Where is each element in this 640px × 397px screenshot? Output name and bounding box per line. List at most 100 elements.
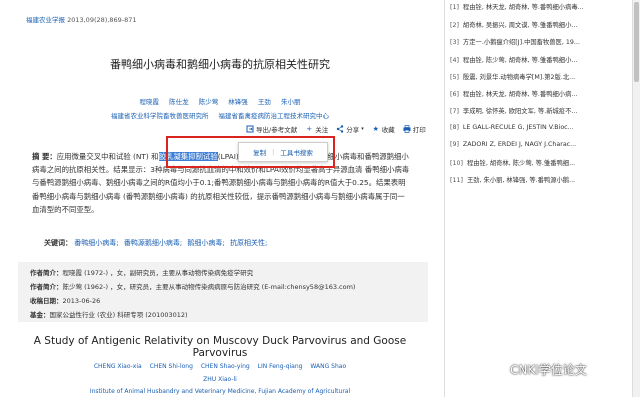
fund-value: 国家公益性行业 (农业) 科研专项 (201003012): [49, 311, 188, 319]
reference-text: LE GALL-RECULE G, JESTIN V.Bioc...: [462, 124, 574, 131]
author-bio-label: 作者简介：: [30, 269, 63, 277]
reference-number: [9]: [450, 141, 459, 148]
scrollbar[interactable]: [632, 0, 640, 397]
article-metadata: 作者简介：程晓霞 (1972-) ，女，副研究员，主要从事动物传染病免疫学研究 …: [18, 262, 428, 322]
page-title: 番鸭细小病毒和鹅细小病毒的抗原相关性研究: [110, 58, 330, 71]
reference-text: 程由铨, 胡奇林, 陈少莺, 等.雏番鸭细...: [466, 160, 576, 167]
english-author-link[interactable]: ZHU Xiao-li: [30, 376, 410, 383]
reference-item[interactable]: [9] ZADORI Z, ERDEI J, NAGY J.Charac...: [450, 141, 630, 148]
reference-item[interactable]: [11] 王劲, 朱小丽, 林锋强, 等.番鸭源小鹅...: [450, 175, 630, 184]
received-label: 收稿日期：: [30, 297, 63, 305]
affiliation-link[interactable]: 福建省农业科学院畜牧兽医研究所: [111, 112, 209, 120]
references-sidebar: [1] 程由铨, 林天龙, 胡奇林, 等.番鸭细小病毒... [2] 胡奇林, 吴振…: [446, 0, 632, 397]
english-author-link[interactable]: CHEN Shao-ying: [201, 363, 250, 370]
received-value: 2013-06-26: [62, 297, 101, 305]
journal-name-link[interactable]: 福建农业学报: [26, 16, 65, 24]
author-link[interactable]: 陈仕龙: [169, 98, 189, 106]
affiliation-list: 福建省农业科学院畜牧兽医研究所 福建省畜禽疫病防治工程技术研究中心: [60, 110, 380, 120]
reference-number: [2]: [450, 22, 459, 29]
reference-item[interactable]: [8] LE GALL-RECULE G, JESTIN V.Bioc...: [450, 124, 630, 131]
column-divider: [444, 0, 445, 397]
keywords: 关键词： 番鸭细小病毒; 番鸭源鹅细小病毒; 鹅细小病毒; 抗原相关性;: [44, 238, 270, 248]
affiliation-link[interactable]: 福建省畜禽疫病防治工程技术研究中心: [219, 112, 330, 120]
printer-icon: [403, 125, 411, 133]
abstract-label: 摘 要：: [32, 152, 57, 161]
received-date: 收稿日期：2013-06-26: [30, 295, 100, 305]
reference-text: 程由铨, 陈少莺, 胡奇林, 等.雏番鸭细小...: [462, 57, 578, 64]
favorite-label: 收藏: [381, 126, 395, 134]
reference-number: [1]: [450, 4, 459, 11]
selection-popup: 复制 | 工具书搜索: [238, 142, 328, 162]
share-button[interactable]: 分享 ▾: [336, 123, 364, 135]
export-button[interactable]: 导出/参考文献: [246, 123, 297, 135]
english-author-list: CHENG Xiao-xia CHEN Shi-long CHEN Shao-y…: [30, 363, 410, 370]
reference-search-button[interactable]: 工具书搜索: [280, 147, 313, 157]
journal-issue: 2013,09(28),869-871: [67, 16, 137, 24]
english-author-link[interactable]: WANG Shao: [310, 363, 346, 370]
keyword-link[interactable]: 番鸭细小病毒;: [74, 239, 118, 247]
article-main: 福建农业学报 2013,09(28),869-871 番鸭细小病毒和鹅细小病毒的…: [0, 0, 443, 397]
reference-text: 方定一.小鹅瘟介绍[J].中国畜牧兽医, 19...: [462, 39, 580, 46]
reference-number: [6]: [450, 91, 459, 98]
fund-info: 基金：国家公益性行业 (农业) 科研专项 (201003012): [30, 309, 188, 319]
author-bio-2: 作者简介：陈少莺 (1962-) ，女，研究员，主要从事动物传染病病原与防治研究…: [30, 281, 355, 291]
author-bio-1: 作者简介：程晓霞 (1972-) ，女，副研究员，主要从事动物传染病免疫学研究: [30, 267, 253, 277]
share-label: 分享: [346, 126, 360, 134]
keyword-link[interactable]: 番鸭源鹅细小病毒;: [124, 239, 182, 247]
reference-number: [8]: [450, 124, 459, 131]
reference-item[interactable]: [1] 程由铨, 林天龙, 胡奇林, 等.番鸭细小病毒...: [450, 2, 630, 11]
keyword-link[interactable]: 鹅细小病毒;: [187, 239, 224, 247]
reference-item[interactable]: [5] 殷震, 刘景华.动物病毒学[M].第2版.北...: [450, 72, 630, 81]
author-link[interactable]: 林锋强: [228, 98, 248, 106]
reference-text: 程由铨, 林天龙, 胡奇林, 等.番鸭细小病毒...: [462, 4, 584, 11]
reference-item[interactable]: [7] 李成明, 徐怀英, 欧阳文军, 等.新城疫不...: [450, 106, 630, 115]
scrollbar-thumb[interactable]: [634, 2, 639, 82]
reference-item[interactable]: [6] 程由铨, 林天龙, 胡奇林, 等.番鸭细小病...: [450, 89, 630, 98]
english-affiliation[interactable]: Institute of Animal Husbandry and Veteri…: [30, 388, 410, 395]
author-link[interactable]: 王劲: [258, 98, 271, 106]
reference-item[interactable]: [4] 程由铨, 陈少莺, 胡奇林, 等.雏番鸭细小...: [450, 55, 630, 64]
english-title: A Study of Antigenic Relativity on Musco…: [33, 335, 407, 359]
author-link[interactable]: 陈少莺: [199, 98, 219, 106]
print-button[interactable]: 打印: [403, 123, 426, 135]
english-author-link[interactable]: CHENG Xiao-xia: [94, 363, 142, 370]
copy-button[interactable]: 复制: [253, 147, 266, 157]
selected-text[interactable]: 胶乳凝集抑制试验: [158, 152, 218, 161]
author-bio-label: 作者简介：: [30, 283, 63, 291]
article-toolbar: 导出/参考文献 + 关注 分享 ▾ ★ 收藏 打印: [246, 123, 426, 135]
reference-item[interactable]: [2] 胡奇林, 吴振兴, 周文谟, 等.雏番鸭细小...: [450, 20, 630, 29]
reference-item[interactable]: [10] 程由铨, 胡奇林, 陈少莺, 等.雏番鸭细...: [450, 158, 630, 167]
abstract-text-before: 应用微量交叉中和试验 (NT) 和: [56, 152, 159, 161]
author-bio-text: 程晓霞 (1972-) ，女，副研究员，主要从事动物传染病免疫学研究: [62, 269, 254, 277]
abstract: 摘 要：应用微量交叉中和试验 (NT) 和胶乳凝集抑制试验(LPAI)，研究了番…: [32, 150, 410, 216]
reference-number: [11]: [450, 177, 463, 184]
plus-icon: +: [306, 125, 313, 133]
fund-label: 基金：: [30, 311, 50, 319]
watermark: CNKI学位论文: [488, 360, 587, 378]
author-link[interactable]: 程晓霞: [140, 98, 160, 106]
favorite-button[interactable]: ★ 收藏: [372, 123, 395, 135]
popup-divider: |: [272, 148, 275, 156]
reference-text: 程由铨, 林天龙, 胡奇林, 等.番鸭细小病...: [462, 91, 578, 98]
export-label: 导出/参考文献: [256, 126, 298, 134]
wechat-icon: [488, 360, 506, 378]
reference-number: [4]: [450, 57, 459, 64]
reference-number: [10]: [450, 160, 463, 167]
print-label: 打印: [412, 126, 426, 134]
reference-text: 李成明, 徐怀英, 欧阳文军, 等.新城疫不...: [462, 108, 578, 115]
keyword-link[interactable]: 抗原相关性;: [230, 239, 267, 247]
english-author-link[interactable]: CHEN Shi-long: [150, 363, 193, 370]
export-icon: [246, 125, 254, 133]
reference-text: ZADORI Z, ERDEI J, NAGY J.Charac...: [462, 141, 577, 148]
follow-button[interactable]: + 关注: [305, 123, 328, 135]
author-bio-text: 陈少莺 (1962-) ，女，研究员，主要从事动物传染病病原与防治研究 (E-m…: [62, 283, 356, 291]
author-link[interactable]: 朱小丽: [281, 98, 301, 106]
follow-label: 关注: [315, 126, 329, 134]
reference-text: 胡奇林, 吴振兴, 周文谟, 等.雏番鸭细小...: [462, 22, 578, 29]
reference-item[interactable]: [3] 方定一.小鹅瘟介绍[J].中国畜牧兽医, 19...: [450, 37, 630, 46]
reference-number: [7]: [450, 108, 459, 115]
keywords-label: 关键词：: [44, 239, 72, 247]
reference-text: 殷震, 刘景华.动物病毒学[M].第2版.北...: [462, 74, 576, 81]
reference-number: [5]: [450, 74, 459, 81]
english-author-link[interactable]: LIN Feng-qiang: [258, 363, 303, 370]
